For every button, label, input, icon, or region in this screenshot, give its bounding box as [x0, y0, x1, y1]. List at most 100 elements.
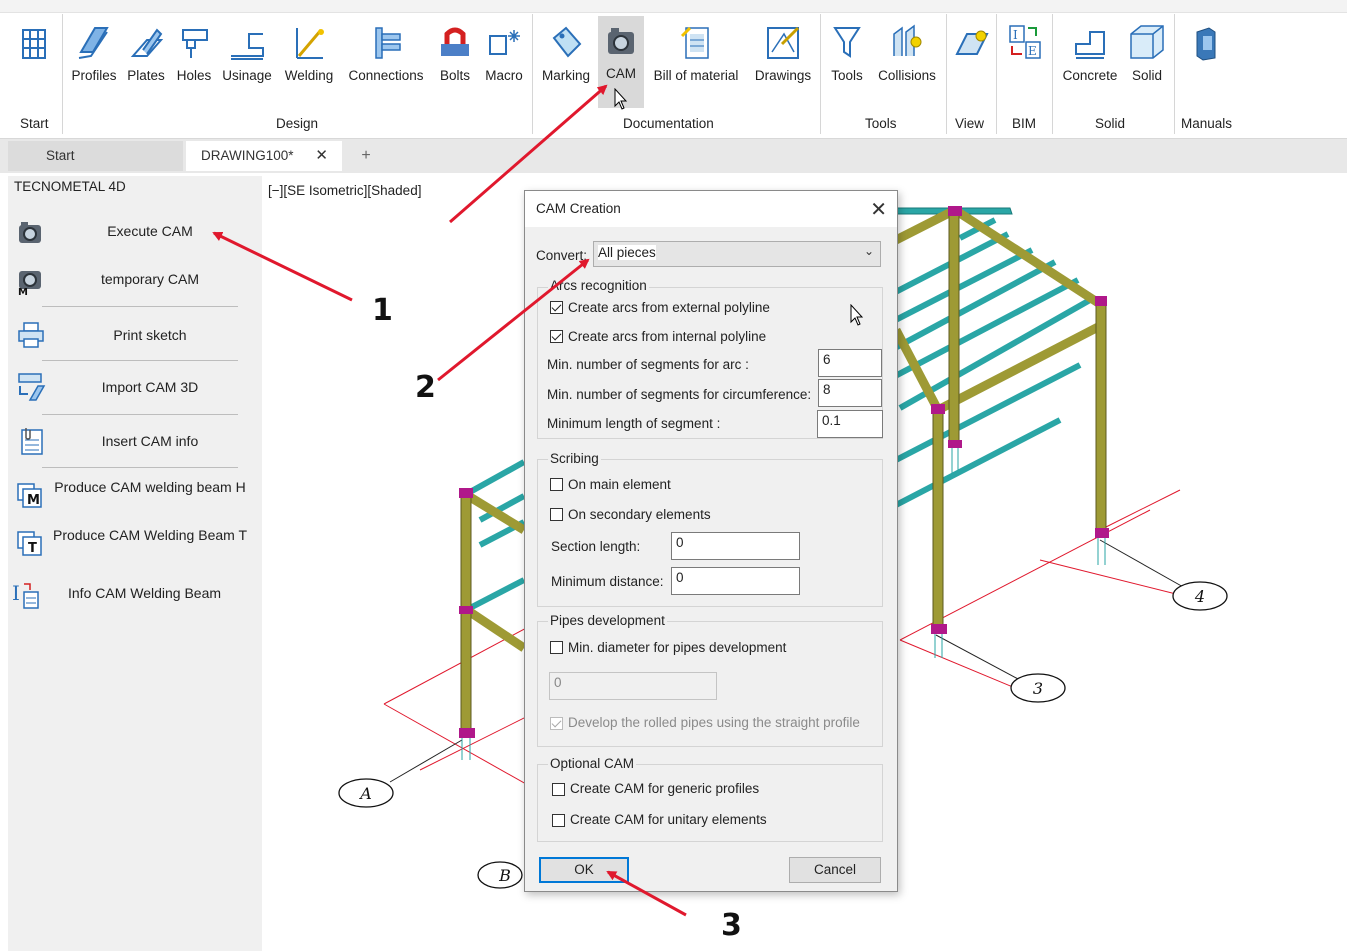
pipe-diameter-input[interactable]: 0: [549, 672, 717, 700]
dialog-titlebar[interactable]: CAM Creation ✕: [525, 191, 897, 227]
usinage-label: Usinage: [222, 68, 272, 83]
external-polyline-label: Create arcs from external polyline: [568, 300, 770, 315]
tab-start[interactable]: Start: [8, 141, 183, 171]
bolts-button[interactable]: Bolts: [434, 18, 476, 88]
panel-title: TECNOMETAL 4D: [14, 179, 126, 194]
external-polyline-checkbox[interactable]: [550, 301, 563, 314]
group-separator: [62, 14, 63, 134]
close-tab-icon[interactable]: ✕: [315, 141, 328, 171]
funnel-icon: [833, 27, 861, 58]
collisions-button[interactable]: Collisions: [872, 18, 942, 88]
plates-icon: [130, 28, 163, 57]
plates-button[interactable]: Plates: [123, 18, 169, 88]
min-length-segment-input[interactable]: 0.1: [817, 410, 883, 438]
arcs-recognition-legend: Arcs recognition: [548, 278, 649, 293]
min-segments-arc-label: Min. number of segments for arc :: [547, 357, 749, 372]
solid-button[interactable]: Solid: [1126, 18, 1168, 88]
new-tab-button[interactable]: +: [356, 141, 376, 171]
group-label-start: Start: [20, 116, 49, 131]
step-number-3: 3: [721, 908, 742, 943]
connections-button[interactable]: Connections: [342, 18, 430, 88]
macro-icon: [489, 30, 520, 55]
info-weld-beam-icon: I: [12, 581, 39, 609]
section-length-label: Section length:: [551, 539, 641, 554]
optional-cam-group: [537, 764, 883, 842]
temporary-cam-item[interactable]: M temporary CAM: [8, 266, 262, 306]
group-separator: [996, 14, 997, 134]
tab-drawing100[interactable]: DRAWING100* ✕: [186, 141, 342, 171]
generic-profiles-checkbox[interactable]: [552, 783, 565, 796]
start-grid-icon: [22, 29, 46, 59]
group-label-tools: Tools: [865, 116, 897, 131]
internal-polyline-checkbox[interactable]: [550, 330, 563, 343]
holes-button[interactable]: Holes: [172, 18, 216, 88]
info-cam-welding-beam-item[interactable]: I Info CAM Welding Beam: [8, 580, 262, 620]
convert-select[interactable]: All pieces ⌄: [593, 241, 881, 267]
unitary-elements-checkbox[interactable]: [552, 814, 565, 827]
insert-cam-info-item[interactable]: Insert CAM info: [8, 426, 262, 466]
chevron-down-icon: ⌄: [863, 244, 874, 258]
cam-icon: [608, 28, 634, 54]
viewport-view-label[interactable]: [−][SE Isometric][Shaded]: [268, 183, 421, 198]
cam-creation-dialog: CAM Creation ✕ Convert: All pieces ⌄ Arc…: [524, 190, 898, 892]
concrete-button[interactable]: Concrete: [1056, 18, 1124, 88]
bill-of-material-button[interactable]: Bill of material: [648, 18, 744, 88]
execute-cam-item[interactable]: Execute CAM: [8, 218, 262, 258]
bolts-label: Bolts: [439, 68, 470, 83]
plates-label: Plates: [127, 68, 165, 83]
generic-profiles-label: Create CAM for generic profiles: [570, 781, 760, 796]
weld-beam-t-icon: T: [17, 531, 42, 556]
produce-cam-welding-beam-t-item[interactable]: T Produce CAM Welding Beam T: [8, 526, 262, 570]
scribing-main-label: On main element: [568, 477, 671, 492]
document-clip-icon: [21, 428, 43, 455]
tools-button[interactable]: Tools: [826, 18, 868, 88]
minimum-distance-input[interactable]: 0: [671, 567, 800, 595]
convert-label: Convert:: [536, 248, 588, 263]
produce-cam-welding-beam-h-item[interactable]: M Produce CAM welding beam H: [8, 476, 262, 520]
macro-button[interactable]: Macro: [480, 18, 528, 88]
start-button[interactable]: [14, 18, 54, 88]
scribing-main-checkbox[interactable]: [550, 478, 563, 491]
holes-icon: [182, 29, 208, 58]
manuals-button[interactable]: [1186, 18, 1226, 88]
connections-label: Connections: [348, 68, 424, 83]
print-sketch-item[interactable]: Print sketch: [8, 320, 262, 360]
import-cam-3d-item[interactable]: Import CAM 3D: [8, 372, 262, 412]
scribing-secondary-checkbox[interactable]: [550, 508, 563, 521]
axis-label-a: A: [358, 784, 372, 803]
usinage-button[interactable]: Usinage: [218, 18, 276, 88]
rolled-pipes-checkbox[interactable]: [550, 717, 563, 730]
min-segments-circ-input[interactable]: 8: [818, 379, 882, 407]
manual-book-icon: [1196, 27, 1216, 61]
group-separator: [946, 14, 947, 134]
axis-label-b: B: [498, 866, 511, 885]
min-diameter-checkbox[interactable]: [550, 641, 563, 654]
profiles-button[interactable]: Profiles: [68, 18, 120, 88]
connections-icon: [375, 27, 401, 59]
drawings-label: Drawings: [754, 68, 812, 83]
printer-icon: [18, 322, 44, 348]
document-tab-bar: Start DRAWING100* ✕ +: [0, 139, 1347, 173]
import-cam-icon: [18, 373, 46, 401]
marking-button[interactable]: Marking: [536, 18, 596, 88]
bim-button[interactable]: IE: [1000, 18, 1050, 88]
tab-drawing-label: DRAWING100*: [201, 148, 294, 163]
bim-icon: IE: [1009, 25, 1041, 59]
minimum-distance-label: Minimum distance:: [551, 574, 664, 589]
ok-button[interactable]: OK: [539, 857, 629, 883]
axis-label-4: 4: [1194, 587, 1205, 606]
marking-icon: [552, 26, 582, 58]
welding-button[interactable]: Welding: [278, 18, 340, 88]
group-label-documentation: Documentation: [623, 116, 714, 131]
mouse-cursor-icon: [614, 88, 628, 110]
close-icon[interactable]: ✕: [870, 197, 887, 222]
view-button[interactable]: [950, 18, 994, 88]
dialog-title: CAM Creation: [536, 201, 621, 216]
bolts-icon: [441, 27, 469, 56]
execute-cam-label: Execute CAM: [107, 223, 193, 239]
min-segments-arc-input[interactable]: 6: [818, 349, 882, 377]
cancel-button[interactable]: Cancel: [789, 857, 881, 883]
drawings-button[interactable]: Drawings: [750, 18, 816, 88]
section-length-input[interactable]: 0: [671, 532, 800, 560]
profiles-label: Profiles: [71, 68, 117, 83]
